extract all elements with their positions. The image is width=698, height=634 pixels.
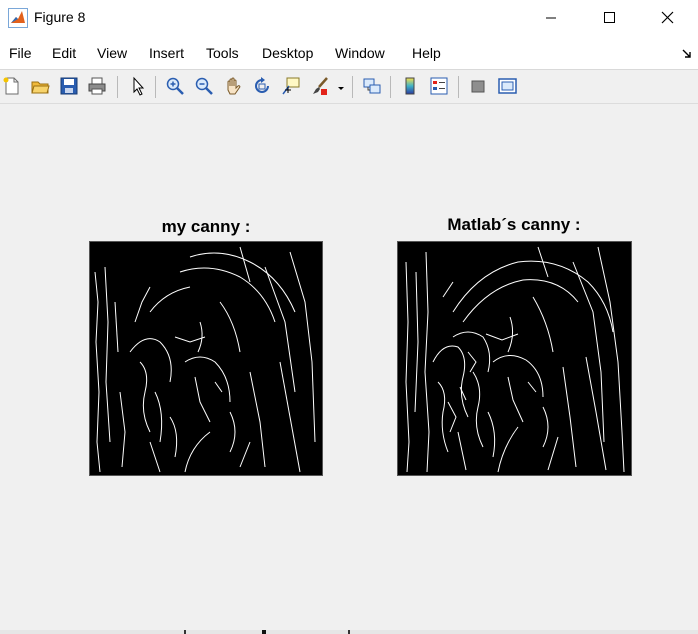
dock-arrow-icon[interactable]	[680, 48, 694, 60]
image-panel-my-canny[interactable]	[89, 241, 323, 476]
edge-map-image	[94, 246, 316, 473]
open-file-icon	[31, 81, 50, 94]
pan-icon	[227, 77, 241, 95]
zoom-in-icon	[166, 77, 184, 95]
hide-plot-tools-button[interactable]	[466, 73, 490, 99]
edge-map-image	[405, 246, 625, 473]
menu-window[interactable]: Window	[335, 45, 385, 61]
new-figure-button[interactable]	[0, 73, 24, 99]
insert-colorbar-button[interactable]	[398, 73, 422, 99]
insert-legend-button[interactable]	[427, 73, 451, 99]
menu-desktop[interactable]: Desktop	[262, 45, 313, 61]
menu-tools[interactable]: Tools	[206, 45, 239, 61]
menu-edit[interactable]: Edit	[52, 45, 76, 61]
menu-insert[interactable]: Insert	[149, 45, 184, 61]
matlab-logo-icon	[8, 8, 28, 28]
brush-dropdown-icon	[338, 87, 344, 90]
zoom-out-icon	[195, 77, 213, 95]
minimize-button[interactable]	[528, 0, 574, 36]
new-figure-icon	[3, 77, 19, 95]
edit-plot-button[interactable]	[126, 73, 150, 99]
bottom-tick	[184, 630, 186, 634]
brush-dropdown-button[interactable]	[334, 73, 348, 99]
close-icon	[661, 11, 674, 24]
brush-button[interactable]	[308, 73, 332, 99]
show-plot-tools-button[interactable]	[495, 73, 519, 99]
zoom-in-button[interactable]	[163, 73, 187, 99]
bottom-tick	[262, 630, 266, 634]
toolbar-separator	[458, 76, 459, 98]
data-cursor-icon	[282, 77, 300, 95]
insert-colorbar-icon	[405, 77, 415, 95]
window-title: Figure 8	[34, 9, 86, 25]
menu-bar: File Edit View Insert Tools Desktop Wind…	[0, 36, 698, 70]
toolbar-separator	[155, 76, 156, 98]
link-plot-button[interactable]	[360, 73, 384, 99]
edit-plot-icon	[133, 76, 145, 96]
maximize-icon	[604, 12, 615, 23]
insert-legend-icon	[430, 77, 448, 95]
axes-title-my-canny: my canny :	[161, 217, 251, 236]
toolbar-separator	[117, 76, 118, 98]
menu-help[interactable]: Help	[412, 45, 441, 61]
menu-view[interactable]: View	[97, 45, 127, 61]
axes-title-matlab-canny: Matlab´s canny :	[447, 215, 581, 234]
menu-file[interactable]: File	[9, 45, 32, 61]
rotate-3d-icon	[255, 77, 269, 93]
toolbar-separator	[390, 76, 391, 98]
image-panel-matlab-canny[interactable]	[397, 241, 632, 476]
bottom-tick	[348, 630, 350, 634]
save-icon	[60, 77, 78, 95]
print-icon	[88, 77, 106, 95]
save-button[interactable]	[57, 73, 81, 99]
pan-button[interactable]	[221, 73, 245, 99]
minimize-icon	[546, 17, 556, 19]
open-file-button[interactable]	[28, 73, 52, 99]
show-plot-tools-icon	[498, 78, 517, 94]
title-bar: Figure 8	[0, 0, 698, 36]
hide-plot-tools-icon	[471, 80, 485, 93]
brush-icon	[313, 77, 328, 95]
data-cursor-button[interactable]	[279, 73, 303, 99]
maximize-button[interactable]	[586, 0, 632, 36]
close-button[interactable]	[645, 0, 691, 36]
toolbar-separator	[352, 76, 353, 98]
print-button[interactable]	[85, 73, 109, 99]
figure-toolbar	[0, 70, 698, 104]
zoom-out-button[interactable]	[192, 73, 216, 99]
link-plot-icon	[363, 78, 381, 94]
rotate-3d-button[interactable]	[250, 73, 274, 99]
